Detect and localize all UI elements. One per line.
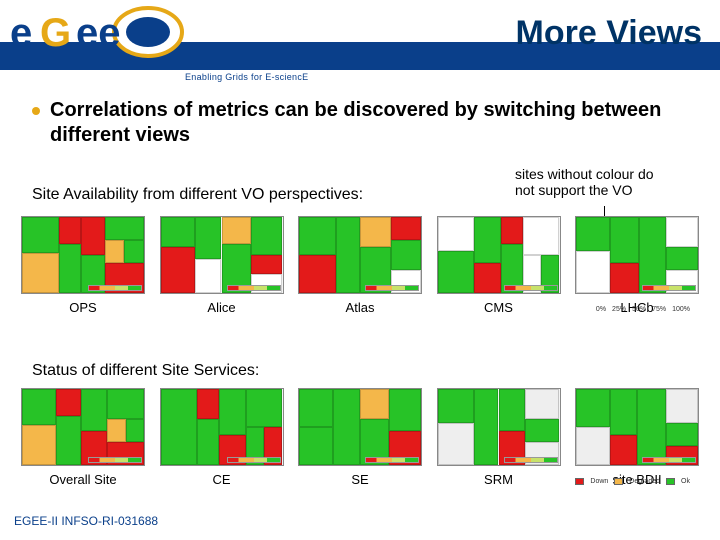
thumb-ops: [21, 216, 145, 294]
bullet-text: Correlations of metrics can be discovere…: [50, 98, 700, 148]
panel-site-bdii: site BDII: [574, 388, 700, 487]
legend-label: Ok: [681, 478, 690, 485]
tagline: Enabling Grids for E-sciencE: [185, 72, 308, 82]
bullet-dot-icon: [32, 107, 40, 115]
svg-text:ee: ee: [76, 11, 121, 55]
panel-label: Alice: [207, 300, 235, 315]
thumb-cms: [437, 216, 561, 294]
legend-swatch-ok: [666, 478, 675, 485]
panel-se: SE: [297, 388, 423, 487]
legend-status: Down Degraded Ok: [575, 478, 690, 485]
panel-overall-site: Overall Site: [20, 388, 146, 487]
panel-label: CMS: [484, 300, 513, 315]
panel-label: Atlas: [346, 300, 375, 315]
legend-label: Degraded: [629, 478, 660, 485]
slide-title: More Views: [516, 14, 702, 53]
section-label-availability: Site Availability from different VO pers…: [32, 186, 363, 204]
footer-id: EGEE-II INFSO-RI-031688: [14, 514, 158, 528]
legend-availability: 0% 25% 50% 75% 100%: [596, 306, 690, 313]
thumb-ce: [160, 388, 284, 466]
thumb-overall-site: [21, 388, 145, 466]
thumb-srm: [437, 388, 561, 466]
slide: e G ee More Views Enabling Grids for E-s…: [0, 0, 720, 540]
egee-logo-svg: e G ee: [6, 6, 186, 58]
legend-swatch-down: [575, 478, 584, 485]
legend-tick: 75%: [652, 306, 666, 313]
header: e G ee More Views: [0, 0, 720, 70]
legend-label: Down: [590, 478, 608, 485]
panel-label: Overall Site: [49, 472, 116, 487]
legend-tick: 25%: [612, 306, 626, 313]
legend-tick: 50%: [632, 306, 646, 313]
panel-ce: CE: [159, 388, 285, 487]
legend-tick: 0%: [596, 306, 606, 313]
bullet: Correlations of metrics can be discovere…: [32, 98, 700, 148]
svg-text:G: G: [40, 11, 71, 55]
panel-label: CE: [212, 472, 230, 487]
section-label-status: Status of different Site Services:: [32, 362, 259, 380]
panel-srm: SRM: [436, 388, 562, 487]
legend-tick: 100%: [672, 306, 690, 313]
egee-logo: e G ee: [6, 6, 186, 58]
annotation-line-1: sites without colour do: [515, 166, 654, 182]
panel-alice: Alice: [159, 216, 285, 315]
thumb-lhcb: [575, 216, 699, 294]
panel-atlas: Atlas: [297, 216, 423, 315]
thumb-se: [298, 388, 422, 466]
panel-label: SE: [351, 472, 368, 487]
panel-label: OPS: [69, 300, 96, 315]
thumb-site-bdii: [575, 388, 699, 466]
panel-label: SRM: [484, 472, 513, 487]
row-site-services: Overall Site CE: [20, 388, 700, 487]
thumb-atlas: [298, 216, 422, 294]
panel-ops: OPS: [20, 216, 146, 315]
panel-lhcb: LHCb: [574, 216, 700, 315]
thumb-alice: [160, 216, 284, 294]
annotation: sites without colour do not support the …: [515, 166, 705, 198]
legend-swatch-degraded: [614, 478, 623, 485]
row-vo-perspectives: OPS Alice: [20, 216, 700, 315]
svg-text:e: e: [10, 11, 32, 55]
panel-cms: CMS: [436, 216, 562, 315]
annotation-line-2: not support the VO: [515, 182, 633, 198]
